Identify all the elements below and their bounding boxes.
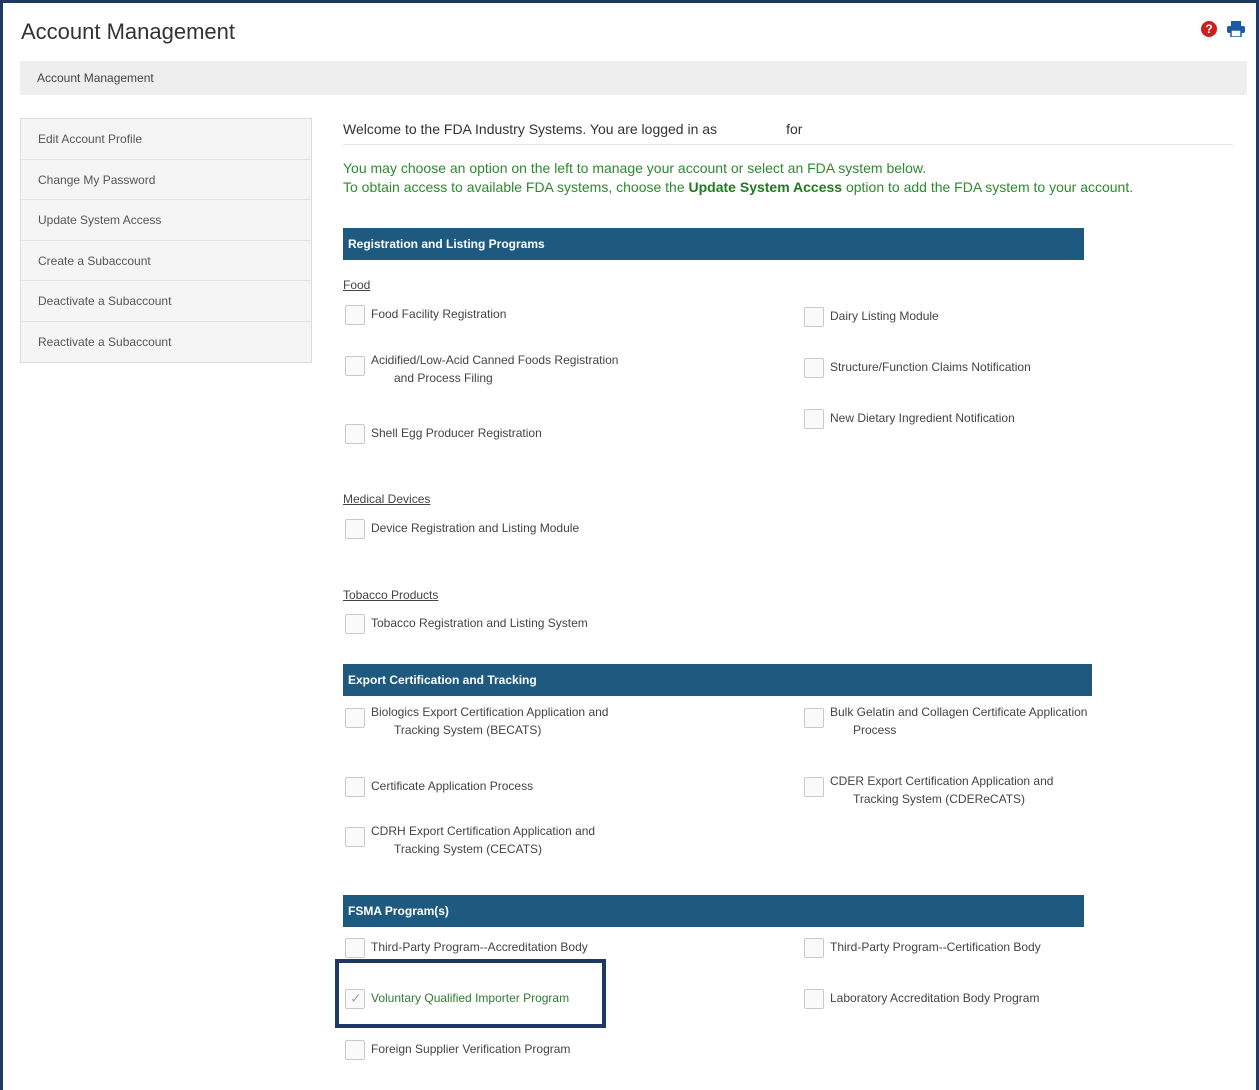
sidebar-item-update-system-access[interactable]: Update System Access <box>21 200 311 241</box>
option-label-line2: and Process Filing <box>394 371 493 385</box>
option-label: Dairy Listing Module <box>830 309 939 323</box>
checkbox[interactable] <box>804 777 824 797</box>
option-label: Foreign Supplier Verification Program <box>371 1042 571 1056</box>
checkbox[interactable] <box>804 307 824 327</box>
option-third-party-accreditation-body[interactable]: Third-Party Program--Accreditation Body <box>345 938 588 958</box>
sidebar-item-change-my-password[interactable]: Change My Password <box>21 160 311 200</box>
option-becats[interactable]: Biologics Export Certification Applicati… <box>345 705 608 739</box>
option-bulk-gelatin[interactable]: Bulk Gelatin and Collagen Certificate Ap… <box>804 705 1087 739</box>
option-label-line1: Biologics Export Certification Applicati… <box>371 705 609 719</box>
section-export-header: Export Certification and Tracking <box>343 664 1092 696</box>
checkbox[interactable] <box>804 989 824 1009</box>
option-label-line2: Process <box>853 723 897 737</box>
option-cecats[interactable]: CDRH Export Certification Application an… <box>345 824 595 858</box>
option-label: Food Facility Registration <box>371 307 507 321</box>
help-icon[interactable]: ? <box>1201 21 1217 37</box>
checkbox[interactable] <box>345 519 365 539</box>
checkbox[interactable] <box>804 938 824 958</box>
option-label: Acidified/Low-Acid Canned Foods Registra… <box>371 351 618 387</box>
page-title: Account Management <box>21 19 236 44</box>
option-cderecats[interactable]: CDER Export Certification Application an… <box>804 774 1053 808</box>
option-dairy-listing[interactable]: Dairy Listing Module <box>804 307 939 327</box>
option-tobacco-registration[interactable]: Tobacco Registration and Listing System <box>345 614 588 634</box>
welcome-for: for <box>786 121 803 137</box>
sidebar: Edit Account Profile Change My Password … <box>20 118 312 363</box>
section-registration-header: Registration and Listing Programs <box>343 228 1084 260</box>
option-label-line1: Acidified/Low-Acid Canned Foods Registra… <box>371 353 619 367</box>
breadcrumb: Account Management <box>20 61 1247 95</box>
option-food-facility-registration[interactable]: Food Facility Registration <box>345 305 506 325</box>
option-label: Certificate Application Process <box>371 779 534 793</box>
sidebar-item-deactivate-subaccount[interactable]: Deactivate a Subaccount <box>21 281 311 322</box>
sidebar-item-create-subaccount[interactable]: Create a Subaccount <box>21 241 311 281</box>
checkbox[interactable] <box>345 356 365 376</box>
checkbox[interactable] <box>345 1040 365 1060</box>
option-acidified-lacf[interactable]: Acidified/Low-Acid Canned Foods Registra… <box>345 353 618 387</box>
checkbox[interactable] <box>804 708 824 728</box>
option-device-registration[interactable]: Device Registration and Listing Module <box>345 519 579 539</box>
checkbox[interactable] <box>345 614 365 634</box>
checkbox[interactable] <box>345 827 365 847</box>
option-label: Structure/Function Claims Notification <box>830 360 1031 374</box>
checkbox[interactable] <box>345 708 365 728</box>
option-label: New Dietary Ingredient Notification <box>830 411 1015 425</box>
intro-update-system-access: Update System Access <box>688 179 843 195</box>
option-label-line2: Tracking System (CECATS) <box>394 842 543 856</box>
option-label: Biologics Export Certification Applicati… <box>371 703 608 739</box>
option-label-line1: CDRH Export Certification Application an… <box>371 824 596 838</box>
option-third-party-certification-body[interactable]: Third-Party Program--Certification Body <box>804 938 1041 958</box>
option-label-line1: CDER Export Certification Application an… <box>830 774 1054 788</box>
section-fsma-header: FSMA Program(s) <box>343 895 1084 927</box>
intro-line-1: You may choose an option on the left to … <box>343 160 927 176</box>
sidebar-item-edit-account-profile[interactable]: Edit Account Profile <box>21 119 311 160</box>
option-label: Shell Egg Producer Registration <box>371 426 542 440</box>
option-structure-function-claims[interactable]: Structure/Function Claims Notification <box>804 358 1031 378</box>
group-tobacco-products-label: Tobacco Products <box>343 588 439 602</box>
checkbox[interactable] <box>345 777 365 797</box>
intro-line-2-suffix: option to add the FDA system to your acc… <box>845 179 1134 195</box>
intro-text: You may choose an option on the left to … <box>343 159 1133 197</box>
checkbox[interactable] <box>804 358 824 378</box>
group-food-label: Food <box>343 278 371 292</box>
checkbox[interactable] <box>345 938 365 958</box>
option-label: Device Registration and Listing Module <box>371 521 580 535</box>
welcome-prefix: Welcome to the FDA Industry Systems. You… <box>343 121 718 137</box>
checkbox[interactable] <box>345 305 365 325</box>
option-label: Bulk Gelatin and Collagen Certificate Ap… <box>830 703 1087 739</box>
option-new-dietary-ingredient[interactable]: New Dietary Ingredient Notification <box>804 409 1015 429</box>
welcome-message: Welcome to the FDA Industry Systems. You… <box>343 121 1233 145</box>
option-label: CDRH Export Certification Application an… <box>371 822 595 858</box>
option-shell-egg-producer[interactable]: Shell Egg Producer Registration <box>345 424 542 444</box>
option-label: Tobacco Registration and Listing System <box>371 616 588 630</box>
intro-line-2-prefix: To obtain access to available FDA system… <box>343 179 685 195</box>
sidebar-item-reactivate-subaccount[interactable]: Reactivate a Subaccount <box>21 322 311 363</box>
option-label-line2: Tracking System (BECATS) <box>394 723 542 737</box>
checkbox[interactable] <box>804 409 824 429</box>
option-label: Laboratory Accreditation Body Program <box>830 991 1040 1005</box>
intro-line-2: To obtain access to available FDA system… <box>343 178 1133 197</box>
option-label: Third-Party Program--Accreditation Body <box>371 940 588 954</box>
option-laboratory-accreditation-body[interactable]: Laboratory Accreditation Body Program <box>804 989 1039 1009</box>
highlight-box <box>335 959 606 1028</box>
group-medical-devices-label: Medical Devices <box>343 492 431 506</box>
option-certificate-application-process[interactable]: Certificate Application Process <box>345 777 533 797</box>
option-label-line2: Tracking System (CDEReCATS) <box>853 792 1026 806</box>
option-fsvp[interactable]: Foreign Supplier Verification Program <box>345 1040 570 1060</box>
option-label: Third-Party Program--Certification Body <box>830 940 1041 954</box>
print-icon[interactable] <box>1227 21 1245 37</box>
top-icons: ? <box>1201 21 1245 37</box>
checkbox[interactable] <box>345 424 365 444</box>
option-label: CDER Export Certification Application an… <box>830 772 1053 808</box>
option-label-line1: Bulk Gelatin and Collagen Certificate Ap… <box>830 705 1088 719</box>
